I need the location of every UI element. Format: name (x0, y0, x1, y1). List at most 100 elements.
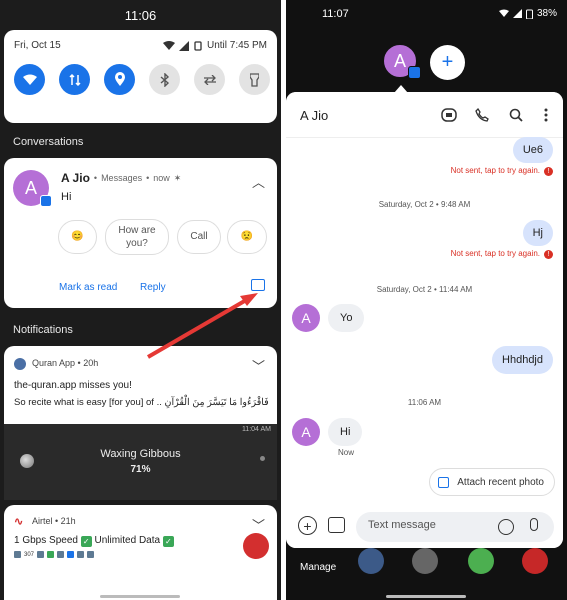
outgoing-message[interactable]: Hj (522, 220, 553, 246)
cell-signal-icon (178, 40, 189, 51)
app-name: Quran App (32, 358, 76, 368)
date-divider: Saturday, Oct 2 • 11:44 AM (376, 285, 473, 294)
avatar[interactable]: A (292, 304, 320, 332)
notifications-label: Notifications (13, 324, 73, 336)
title-part-1: 1 Gbps Speed (14, 535, 78, 546)
airtel-fab-icon[interactable] (243, 533, 269, 559)
app-name: Airtel (32, 516, 53, 526)
wifi-icon (22, 74, 37, 85)
smart-reply-emoji-worried[interactable]: 😟 (227, 220, 267, 254)
app-icon (67, 551, 75, 558)
mark-as-read-button[interactable]: Mark as read (59, 282, 117, 293)
avatar[interactable]: A (292, 418, 320, 446)
quran-notification[interactable]: Quran App • 20h ﹀ the-quran.app misses y… (4, 346, 277, 424)
timestamp: now (153, 173, 170, 183)
battery-percent: 38% (536, 8, 557, 19)
message-text: Hi (61, 191, 72, 203)
check-icon: ✓ (162, 536, 174, 547)
failed-text: Not sent, tap to try again. (450, 166, 540, 175)
error-icon: ! (544, 250, 553, 259)
smart-reply-call[interactable]: Call (177, 220, 221, 254)
gallery-icon[interactable] (328, 517, 345, 533)
send-failed-notice[interactable]: Not sent, tap to try again.! (451, 249, 553, 259)
qs-status: Until 7:45 PM (162, 40, 267, 51)
messages-badge-icon (408, 66, 421, 79)
outgoing-message[interactable]: Ue6 (512, 137, 553, 163)
emoji-icon[interactable] (498, 519, 514, 535)
sender-name: A Jio (61, 171, 90, 185)
more-vert-icon[interactable] (537, 106, 555, 124)
gesture-bar[interactable] (386, 595, 466, 598)
details-icon[interactable] (440, 106, 458, 124)
qs-date[interactable]: Fri, Oct 15 (14, 40, 61, 51)
incoming-message[interactable]: Yo (328, 304, 365, 332)
status-time: 11:07 (322, 8, 349, 20)
whatsapp-icon (47, 551, 55, 558)
moon-percent: 71% (130, 464, 151, 475)
overflow-dot-icon (260, 456, 265, 461)
data-arrows-icon (68, 73, 81, 86)
location-tile[interactable] (104, 64, 135, 95)
message-input[interactable] (368, 519, 488, 531)
app-icon (77, 551, 85, 558)
send-failed-notice[interactable]: Not sent, tap to try again.! (451, 166, 553, 176)
mobile-data-tile[interactable] (59, 64, 90, 95)
priority-icon: ✶ (173, 172, 182, 183)
search-icon[interactable] (507, 106, 525, 124)
messages-badge-icon (40, 195, 52, 207)
app-folder-icon[interactable] (522, 548, 548, 574)
add-attachment-icon[interactable]: + (298, 516, 317, 535)
location-pin-icon (114, 72, 125, 86)
attach-recent-photo-button[interactable]: Attach recent photo (429, 468, 555, 496)
conversation-notification[interactable]: A A Jio • Messages • now ✶ ︿ Hi 😊 How ar… (4, 158, 277, 308)
smart-reply-emoji-smile[interactable]: 😊 (58, 220, 97, 254)
chevron-down-icon[interactable]: ﹀ (252, 356, 265, 375)
chrome-app-icon[interactable] (468, 548, 494, 574)
gesture-bar[interactable] (100, 595, 180, 598)
timestamp: 20h (83, 358, 99, 368)
status-bar-icons: 38% (498, 8, 557, 19)
bubble-icon[interactable] (251, 279, 265, 291)
flashlight-tile[interactable] (239, 64, 270, 95)
airtel-header: Airtel • 21h (32, 516, 76, 526)
wifi-signal-icon (498, 9, 509, 17)
chat-window: A Jio Ue6 Not sent, tap to try again.! S… (286, 92, 563, 548)
wifi-tile[interactable] (14, 64, 45, 95)
notification-title: the-quran.app misses you! (14, 380, 132, 391)
incoming-message[interactable]: Hi (328, 418, 363, 446)
compose-bar: + (286, 506, 563, 548)
add-bubble-button[interactable]: + (430, 45, 465, 80)
bluetooth-tile[interactable] (149, 64, 180, 95)
flashlight-icon (250, 72, 259, 87)
hotspot-tile[interactable] (194, 64, 225, 95)
bluetooth-icon (160, 72, 169, 87)
airtel-notification[interactable]: ∿ Airtel • 21h ﹀ 1 Gbps Speed ✓ Unlimite… (4, 505, 277, 600)
image-icon (438, 476, 450, 488)
error-icon: ! (544, 167, 553, 176)
qs-status-text: Until 7:45 PM (206, 40, 267, 51)
notification-body: So recite what is easy [for you] of .. ف… (14, 397, 269, 408)
check-icon: ✓ (80, 536, 92, 547)
battery-icon (37, 551, 45, 558)
reply-button[interactable]: Reply (140, 282, 166, 293)
chevron-up-icon[interactable]: ︿ (252, 172, 265, 191)
manage-button[interactable]: Manage (300, 562, 336, 573)
conversations-label: Conversations (13, 136, 84, 148)
outgoing-message[interactable]: Hhdhdjd (492, 346, 553, 374)
messages-app-icon[interactable] (358, 548, 384, 574)
timestamp: 21h (60, 516, 76, 526)
smart-reply-how-are-you[interactable]: How are you? (105, 219, 169, 255)
qs-tiles (14, 64, 270, 95)
phone-icon (57, 551, 65, 558)
title-part-2: Unlimited Data (94, 535, 161, 546)
moon-notification[interactable]: 11:04 AM Waxing Gibbous 71% (4, 424, 277, 500)
conversation-header: A Jio • Messages • now ✶ (61, 171, 182, 185)
airtel-logo-icon: ∿ (14, 516, 24, 528)
home-dock: Manage (286, 548, 567, 600)
chevron-down-icon[interactable]: ﹀ (252, 515, 265, 534)
phone-icon[interactable] (473, 106, 491, 124)
time-divider: 11:06 AM (407, 398, 442, 407)
camera-app-icon[interactable] (412, 548, 438, 574)
battery-saver-icon (194, 40, 202, 51)
mic-icon[interactable] (530, 518, 538, 531)
